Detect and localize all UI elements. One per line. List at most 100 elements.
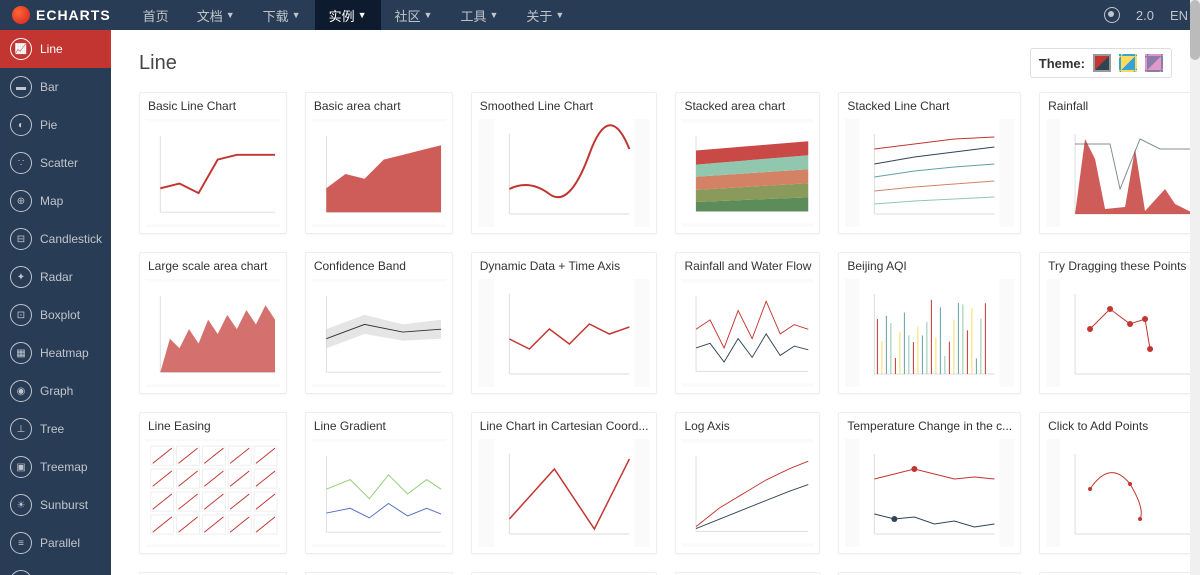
card-thumb [1046,439,1200,547]
sankey-icon: ≋ [10,570,32,575]
sidebar-item-line[interactable]: 📈Line [0,30,111,68]
card-title: Confidence Band [306,253,452,279]
card-thumb [682,439,813,547]
nav-item-1[interactable]: 文档▼ [183,0,249,30]
example-card[interactable]: Dynamic Data + Time Axis [471,252,658,394]
sidebar-item-bar[interactable]: ▬Bar [0,68,111,106]
theme-swatch-1[interactable] [1093,54,1111,72]
card-title: Stacked Line Chart [839,93,1020,119]
card-title: Smoothed Line Chart [472,93,657,119]
example-card[interactable]: Temperature Change in the c... [838,412,1021,554]
scrollbar-track[interactable] [1190,0,1200,575]
card-thumb [478,119,651,227]
caret-down-icon: ▼ [292,10,301,20]
sidebar-item-label: Map [40,194,63,208]
sidebar-item-label: Scatter [40,156,78,170]
example-card[interactable]: Try Dragging these Points [1039,252,1200,394]
nav-item-3[interactable]: 实例▼ [315,0,381,30]
example-card[interactable]: Stacked area chart [675,92,820,234]
example-card[interactable]: Line Gradient [305,412,453,554]
caret-down-icon: ▼ [226,10,235,20]
github-icon[interactable] [1104,7,1120,23]
sidebar: 📈Line▬Bar◐Pie ∵ Scatter ⊕Map ⊟ Candlestick ✦Ra… [0,30,111,575]
lang-link[interactable]: EN [1170,8,1188,23]
page-title: Line [139,52,177,75]
card-title: Basic Line Chart [140,93,286,119]
sidebar-item-label: Line [40,42,63,56]
card-thumb [312,119,446,227]
sidebar-item-scatter[interactable]: ∵ Scatter [0,144,111,182]
version-link[interactable]: 2.0 [1136,8,1154,23]
sidebar-item-heatmap[interactable]: ▦Heatmap [0,334,111,372]
example-card[interactable]: Log Axis [675,412,820,554]
card-title: Line Gradient [306,413,452,439]
content: Line Theme: Basic Line Chart Basic area c… [111,30,1200,575]
sidebar-item-radar[interactable]: ✦Radar [0,258,111,296]
card-thumb [682,279,813,387]
theme-swatch-3[interactable] [1145,54,1163,72]
card-thumb [146,119,280,227]
sidebar-item-pie[interactable]: ◐Pie [0,106,111,144]
nav-item-0[interactable]: 首页 [129,0,183,30]
sidebar-item-sunburst[interactable]: ☀Sunburst [0,486,111,524]
example-card[interactable]: Rainfall [1039,92,1200,234]
candlestick-icon: ⊟ [10,228,32,250]
card-title: Try Dragging these Points [1040,253,1200,279]
caret-down-icon: ▼ [358,10,367,20]
sidebar-item-tree[interactable]: ⊥Tree [0,410,111,448]
example-card[interactable]: Confidence Band [305,252,453,394]
example-card[interactable]: Line Easing [139,412,287,554]
card-title: Stacked area chart [676,93,819,119]
graph-icon: ◉ [10,380,32,402]
example-card[interactable]: Click to Add Points [1039,412,1200,554]
nav-label: 关于 [526,6,552,25]
nav-item-4[interactable]: 社区▼ [381,0,447,30]
example-card[interactable]: Stacked Line Chart [838,92,1021,234]
header-right: 2.0 EN [1104,7,1188,23]
example-grid: Basic Line Chart Basic area chart Smoothed… [139,92,1172,575]
parallel-icon: ≡ [10,532,32,554]
sidebar-item-label: Pie [40,118,57,132]
example-card[interactable]: Basic area chart [305,92,453,234]
example-card[interactable]: Large scale area chart [139,252,287,394]
theme-picker: Theme: [1030,48,1172,78]
nav-item-2[interactable]: 下载▼ [249,0,315,30]
card-thumb [1046,119,1200,227]
card-thumb [312,439,446,547]
card-title: Log Axis [676,413,819,439]
card-thumb [845,119,1014,227]
example-card[interactable]: Smoothed Line Chart [471,92,658,234]
sidebar-item-candlestick[interactable]: ⊟ Candlestick [0,220,111,258]
sidebar-item-sankey[interactable]: ≋Sankey [0,562,111,575]
sidebar-item-treemap[interactable]: ▣Treemap [0,448,111,486]
example-card[interactable]: Beijing AQI [838,252,1021,394]
logo[interactable]: ECHARTS [12,6,111,24]
card-title: Rainfall [1040,93,1200,119]
sidebar-item-label: Tree [40,422,64,436]
sidebar-item-graph[interactable]: ◉ Graph [0,372,111,410]
sidebar-item-map[interactable]: ⊕Map [0,182,111,220]
sidebar-item-label: Graph [40,384,73,398]
scrollbar-thumb[interactable] [1190,0,1200,60]
card-title: Beijing AQI [839,253,1020,279]
nav-item-5[interactable]: 工具▼ [446,0,512,30]
card-thumb [682,119,813,227]
nav-label: 实例 [329,6,355,25]
card-thumb [1046,279,1200,387]
example-card[interactable]: Basic Line Chart [139,92,287,234]
theme-swatch-2[interactable] [1119,54,1137,72]
treemap-icon: ▣ [10,456,32,478]
nav-item-6[interactable]: 关于▼ [512,0,578,30]
logo-icon [12,6,30,24]
caret-down-icon: ▼ [489,10,498,20]
card-title: Line Easing [140,413,286,439]
sidebar-item-label: Candlestick [40,232,102,246]
example-card[interactable]: Rainfall and Water Flow [675,252,820,394]
example-card[interactable]: Line Chart in Cartesian Coord... [471,412,658,554]
sidebar-item-boxplot[interactable]: ⊡Boxplot [0,296,111,334]
sidebar-item-label: Boxplot [40,308,80,322]
sidebar-item-parallel[interactable]: ≡Parallel [0,524,111,562]
nav-label: 社区 [395,6,421,25]
scatter-icon: ∵ [10,152,32,174]
card-thumb [845,279,1014,387]
